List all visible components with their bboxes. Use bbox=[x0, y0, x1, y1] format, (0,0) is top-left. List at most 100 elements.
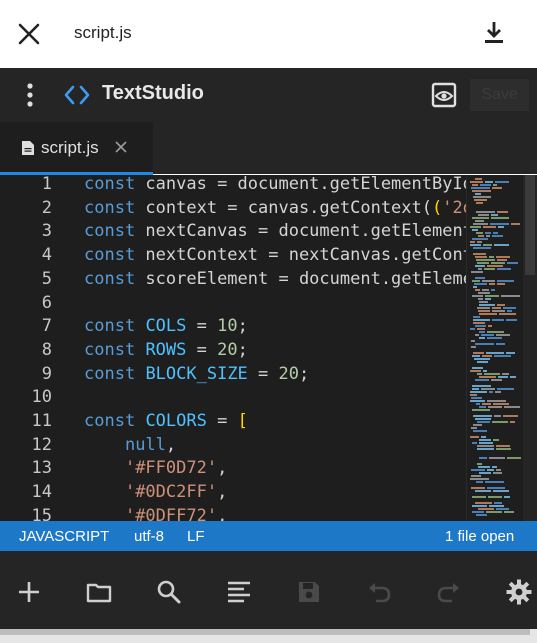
minimap-line bbox=[478, 268, 482, 270]
code-token: = bbox=[186, 339, 218, 360]
code-line[interactable]: '#0DC2FF', bbox=[84, 482, 227, 502]
minimap-line bbox=[488, 325, 492, 327]
minimap-line bbox=[481, 388, 495, 390]
add-icon[interactable] bbox=[15, 578, 43, 606]
app-title: TextStudio bbox=[102, 82, 204, 104]
code-line[interactable]: const nextContext = nextCanvas.getContex… bbox=[84, 245, 466, 265]
minimap-line bbox=[473, 319, 490, 321]
folder-icon[interactable] bbox=[85, 578, 113, 606]
minimap-line bbox=[507, 262, 518, 264]
tab-script-js[interactable]: script.js bbox=[0, 122, 153, 175]
line-number: 10 bbox=[31, 387, 52, 408]
code-line[interactable]: '#0DFF72', bbox=[84, 506, 227, 521]
minimap-line bbox=[496, 508, 509, 510]
status-encoding[interactable]: utf-8 bbox=[134, 528, 164, 545]
minimap-line bbox=[473, 430, 487, 432]
code-line[interactable]: const BLOCK_SIZE = 20; bbox=[84, 364, 309, 384]
minimap-line bbox=[495, 391, 501, 393]
minimap-line bbox=[472, 184, 478, 186]
code-token: canvas = document.getElementById( bbox=[135, 175, 466, 194]
minimap-line bbox=[472, 505, 487, 507]
format-icon[interactable] bbox=[225, 578, 253, 606]
bottom-toolbar bbox=[0, 551, 537, 629]
code-line[interactable]: const COLS = 10; bbox=[84, 316, 248, 336]
code-line[interactable]: const nextCanvas = document.getElementBy… bbox=[84, 221, 466, 241]
code-line[interactable]: const ROWS = 20; bbox=[84, 340, 248, 360]
minimap-line bbox=[486, 511, 502, 513]
minimap-line bbox=[472, 388, 479, 390]
redo-icon bbox=[437, 583, 459, 603]
minimap-line bbox=[472, 367, 483, 369]
minimap-line bbox=[483, 244, 492, 246]
save-icon bbox=[299, 582, 319, 602]
status-line-ending[interactable]: LF bbox=[187, 528, 205, 545]
code-token: = bbox=[206, 411, 238, 431]
status-language[interactable]: JAVASCRIPT bbox=[19, 528, 109, 545]
preview-icon[interactable] bbox=[430, 81, 458, 109]
line-number: 7 bbox=[41, 316, 52, 337]
code-token: ( bbox=[432, 197, 443, 218]
minimap[interactable] bbox=[466, 175, 524, 521]
minimap-line bbox=[503, 307, 516, 309]
minimap-line bbox=[487, 337, 502, 339]
minimap-line bbox=[487, 400, 506, 402]
minimap-line bbox=[489, 457, 505, 459]
code-line[interactable]: const context = canvas.getContext(('2d' bbox=[84, 198, 466, 218]
minimap-line bbox=[504, 406, 520, 408]
line-number: 5 bbox=[41, 268, 52, 289]
status-bar: JAVASCRIPT utf-8 LF 1 file open bbox=[0, 521, 537, 551]
minimap-line bbox=[488, 496, 502, 498]
minimap-line bbox=[496, 334, 510, 336]
save-button[interactable]: Save bbox=[470, 79, 529, 111]
horizontal-scrollbar[interactable] bbox=[0, 629, 530, 635]
minimap-line bbox=[479, 301, 488, 303]
minimap-line bbox=[494, 355, 511, 357]
minimap-line bbox=[478, 508, 494, 510]
vertical-scrollbar[interactable] bbox=[523, 175, 537, 521]
scrollbar-thumb[interactable] bbox=[525, 175, 535, 275]
minimap-line bbox=[497, 280, 514, 282]
minimap-line bbox=[493, 403, 509, 405]
minimap-line bbox=[470, 244, 481, 246]
code-line[interactable]: const COLORS = [ bbox=[84, 411, 248, 431]
code-line[interactable]: '#FF0D72', bbox=[84, 458, 227, 478]
minimap-line bbox=[478, 214, 489, 216]
download-icon[interactable] bbox=[480, 19, 508, 47]
minimap-line bbox=[478, 235, 484, 237]
minimap-line bbox=[473, 322, 485, 324]
minimap-line bbox=[470, 241, 475, 243]
close-icon[interactable] bbox=[16, 21, 42, 47]
code-area[interactable]: const canvas = document.getElementById(c… bbox=[84, 175, 466, 521]
code-line[interactable]: const scoreElement = document.getElement… bbox=[84, 269, 466, 289]
minimap-line bbox=[487, 265, 503, 267]
code-line[interactable]: null, bbox=[84, 435, 176, 455]
tab-label: script.js bbox=[41, 138, 99, 157]
code-token: [ bbox=[237, 411, 248, 431]
minimap-line bbox=[476, 211, 495, 213]
minimap-line bbox=[475, 502, 492, 504]
minimap-line bbox=[471, 469, 485, 471]
tab-close-icon[interactable] bbox=[114, 140, 128, 154]
settings-icon[interactable] bbox=[505, 578, 533, 606]
line-number: 8 bbox=[41, 339, 52, 360]
more-vert-icon[interactable] bbox=[18, 81, 42, 109]
minimap-line bbox=[478, 310, 490, 312]
code-editor[interactable]: 1 2 3 4 5 6 7 8 9 10 11 12 13 14 15 const canvas = doc… bbox=[0, 175, 537, 521]
minimap-line bbox=[471, 475, 481, 477]
minimap-line bbox=[495, 181, 509, 183]
search-icon[interactable] bbox=[155, 578, 183, 606]
minimap-line bbox=[473, 196, 491, 198]
minimap-line bbox=[470, 226, 481, 228]
minimap-line bbox=[496, 448, 511, 450]
code-line[interactable]: const canvas = document.getElementById( bbox=[84, 175, 466, 194]
code-token: = bbox=[247, 363, 279, 384]
minimap-line bbox=[477, 463, 482, 465]
minimap-line bbox=[504, 511, 514, 513]
minimap-line bbox=[477, 373, 482, 375]
minimap-line bbox=[504, 496, 510, 498]
code-token: ; bbox=[299, 363, 310, 384]
minimap-line bbox=[489, 283, 495, 285]
